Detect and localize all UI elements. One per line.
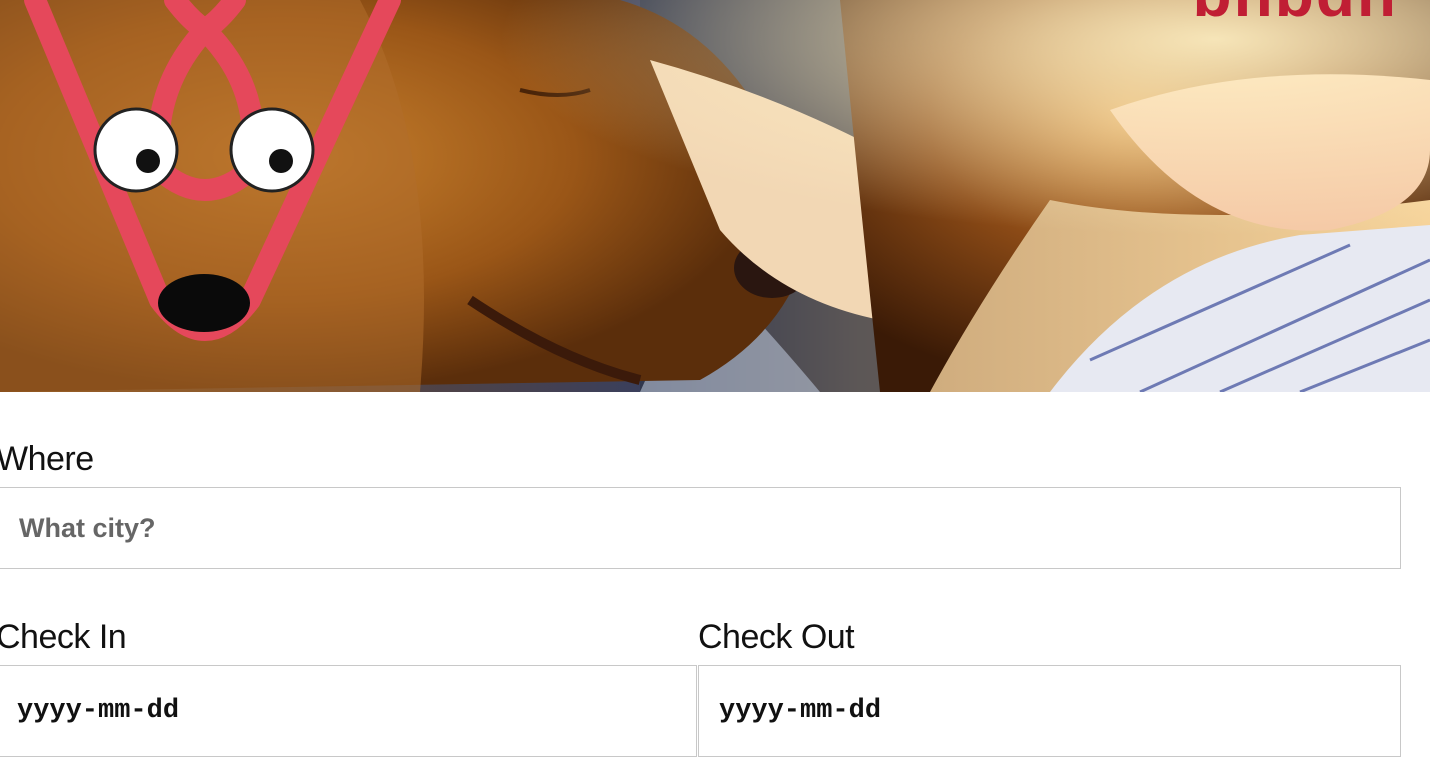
where-city-input[interactable] [0,487,1401,569]
check-out-date-input[interactable]: yyyy-mm-dd [698,665,1401,757]
check-out-placeholder: yyyy-mm-dd [719,696,882,726]
airbnb-mascot-logo-icon[interactable] [0,0,430,370]
where-label: Where [0,440,94,478]
check-in-placeholder: yyyy-mm-dd [17,696,180,726]
brand-wordmark[interactable]: bnbdn [1193,0,1398,26]
check-out-label: Check Out [698,618,855,656]
check-in-label: Check In [0,618,127,656]
hero-banner: bnbdn [0,0,1430,392]
check-in-date-input[interactable]: yyyy-mm-dd [0,665,697,757]
